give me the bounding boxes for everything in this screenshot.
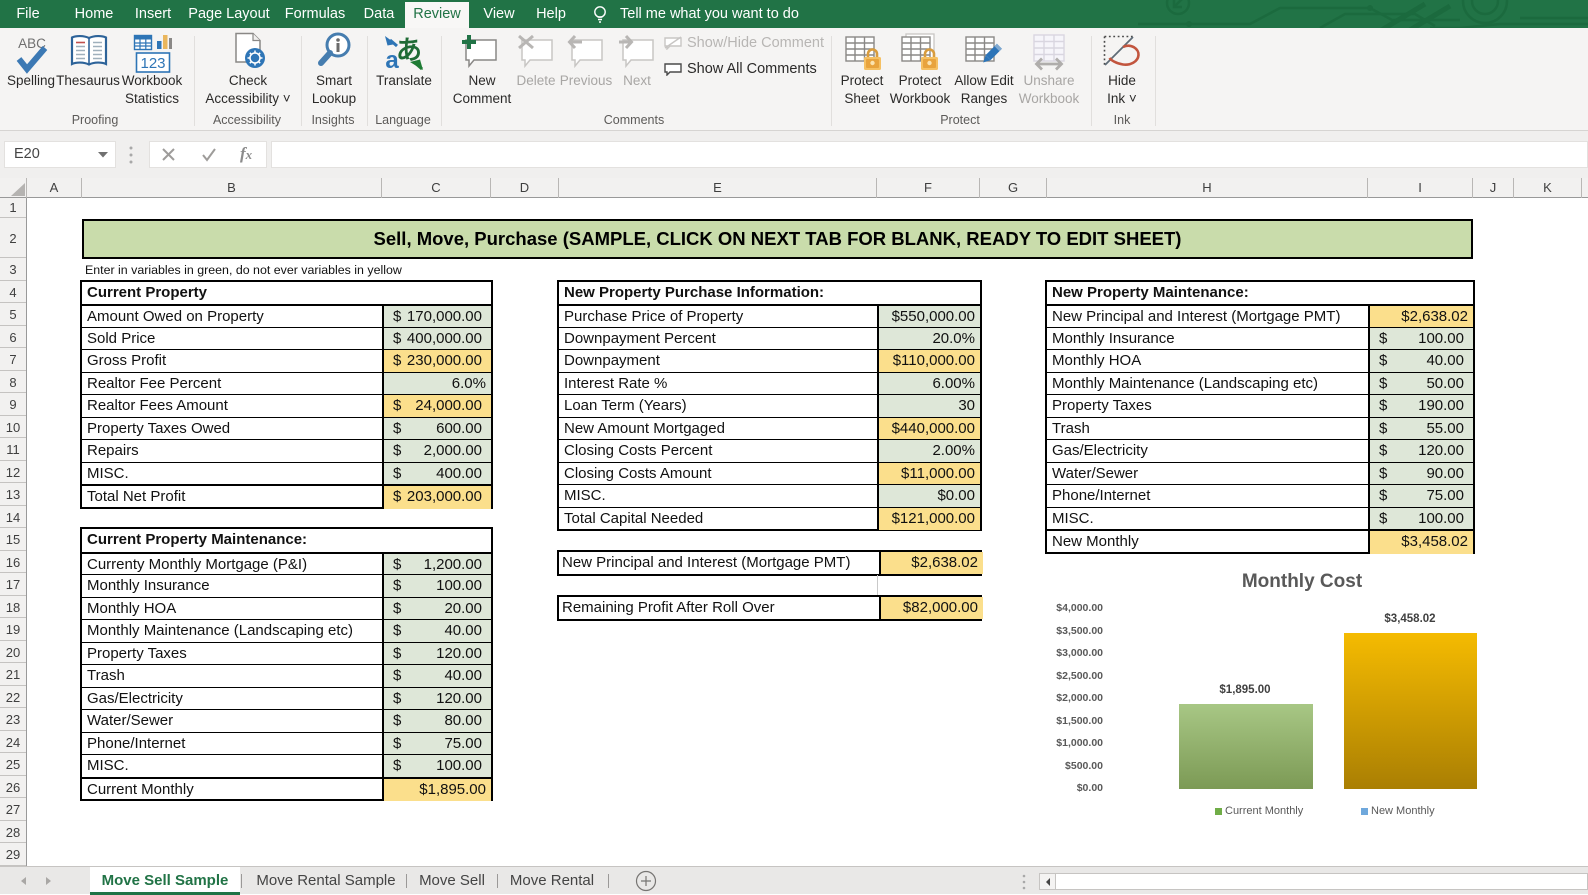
- svg-text:123: 123: [140, 55, 165, 72]
- svg-text:a: a: [385, 47, 399, 74]
